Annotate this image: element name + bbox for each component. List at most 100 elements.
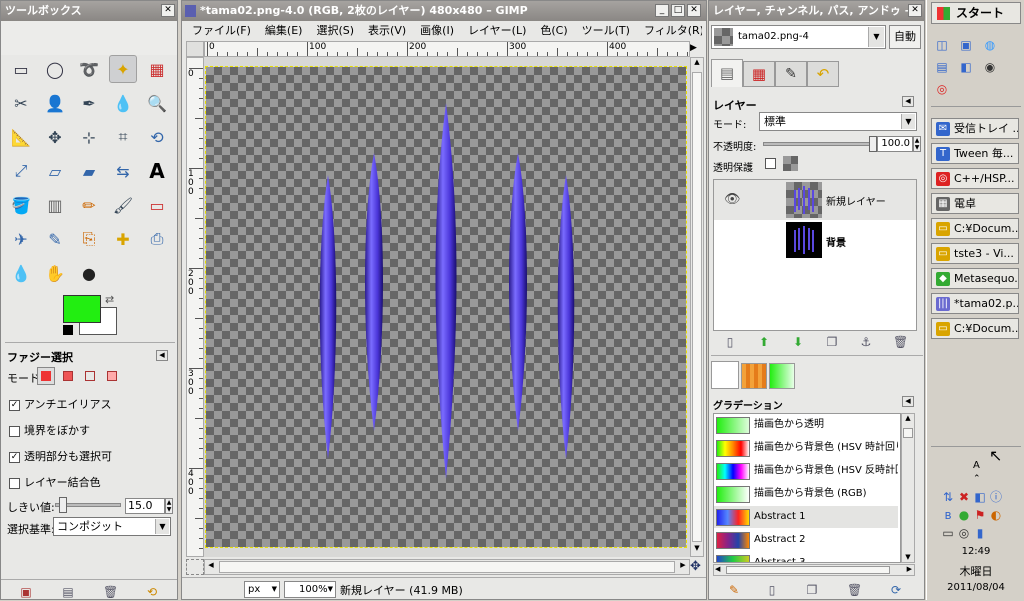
- move-tool-icon[interactable]: ✥: [41, 123, 69, 151]
- ie-icon[interactable]: ◍: [983, 38, 997, 52]
- bucket-fill-tool-icon[interactable]: 🪣: [7, 191, 35, 219]
- scroll-up-icon[interactable]: ▲: [691, 58, 703, 70]
- taskbar-window-button[interactable]: ◎ C++/HSP...: [931, 168, 1019, 189]
- feather-checkbox[interactable]: 境界をぼかす: [9, 422, 90, 438]
- raise-layer-icon[interactable]: ⬆: [757, 335, 771, 349]
- taskbar-window-button[interactable]: ▭ C:¥Docum...: [931, 218, 1019, 239]
- delete-options-icon[interactable]: 🗑: [103, 585, 118, 599]
- flip-tool-icon[interactable]: ⇆: [109, 157, 137, 185]
- taskbar-window-button[interactable]: T Tween 毎...: [931, 143, 1019, 164]
- tab-layers[interactable]: ▤: [711, 59, 743, 87]
- gradient-item[interactable]: 描画色から背景色 (HSV 反時計回り): [714, 460, 898, 482]
- rotate-tool-icon[interactable]: ⟲: [143, 123, 171, 151]
- canvas-area[interactable]: [204, 57, 690, 557]
- airbrush-tool-icon[interactable]: ✈: [7, 225, 35, 253]
- mode-add-button[interactable]: [59, 367, 77, 385]
- gradient-hscroll-thumb[interactable]: [726, 566, 890, 574]
- minimize-icon[interactable]: _: [655, 4, 669, 17]
- menu-item[interactable]: ファイル(F): [192, 24, 251, 37]
- gradient-item[interactable]: 描画色から背景色 (RGB): [714, 483, 898, 505]
- start-button[interactable]: スタート: [931, 2, 1021, 24]
- gradient-item[interactable]: 描画色から透明: [714, 414, 898, 436]
- text-tool-icon[interactable]: A: [143, 157, 171, 185]
- battery-tray-icon[interactable]: ▮: [973, 526, 987, 540]
- paintbrush-tool-icon[interactable]: 🖌: [109, 191, 137, 219]
- perspective-tool-icon[interactable]: ▰: [75, 157, 103, 185]
- scroll-down-icon[interactable]: ▼: [902, 553, 914, 561]
- mode-replace-button[interactable]: [37, 367, 55, 385]
- scroll-right-icon[interactable]: ▶: [907, 565, 912, 573]
- monitor-tray-icon[interactable]: ▭: [941, 526, 955, 540]
- transparent-checkbox[interactable]: ✓ 透明部分も選択可: [9, 448, 112, 464]
- notepad-icon[interactable]: ▤: [935, 60, 949, 74]
- taskbar-window-button[interactable]: ||| *tama02.p...: [931, 293, 1019, 314]
- info-tray-icon[interactable]: ⓘ: [989, 490, 1003, 504]
- foreground-color-swatch[interactable]: [63, 295, 101, 323]
- explorer-icon[interactable]: ◫: [935, 38, 949, 52]
- chrome-icon[interactable]: ◎: [935, 82, 949, 96]
- measure-tool-icon[interactable]: 📐: [7, 123, 35, 151]
- close-icon[interactable]: ✕: [687, 4, 701, 17]
- free-select-tool-icon[interactable]: ➰: [75, 55, 103, 83]
- taskbar-window-button[interactable]: ▦ 電卓: [931, 193, 1019, 214]
- shear-tool-icon[interactable]: ▱: [41, 157, 69, 185]
- mode-subtract-button[interactable]: [81, 367, 99, 385]
- taskbar-window-button[interactable]: ◆ Metasequo...: [931, 268, 1019, 289]
- scroll-right-icon[interactable]: ▶: [677, 561, 689, 569]
- maximize-icon[interactable]: □: [671, 4, 685, 17]
- panel-menu-icon[interactable]: ◀: [902, 396, 914, 407]
- threshold-input[interactable]: 15.0: [125, 498, 165, 514]
- panel-menu-icon[interactable]: ◀: [902, 96, 914, 107]
- criterion-select[interactable]: コンポジット ▼: [53, 517, 171, 536]
- edit-gradient-icon[interactable]: ✎: [727, 583, 741, 597]
- tab-gradients[interactable]: [769, 363, 795, 389]
- color-picker-tool-icon[interactable]: 💧: [109, 89, 137, 117]
- tab-undo[interactable]: ↶: [807, 61, 839, 87]
- navigate-arrow-icon[interactable]: ▶: [690, 43, 697, 53]
- anchor-layer-icon[interactable]: ⚓: [859, 335, 873, 349]
- color-select-tool-icon[interactable]: ▦: [143, 55, 171, 83]
- gradient-vertical-scrollbar[interactable]: ▲ ▼: [901, 413, 915, 563]
- menu-item[interactable]: フィルタ(R): [644, 24, 702, 37]
- scissors-select-tool-icon[interactable]: ✂: [7, 89, 35, 117]
- gradient-item[interactable]: Abstract 3: [714, 552, 898, 562]
- opacity-slider[interactable]: [763, 142, 875, 146]
- close-icon[interactable]: ✕: [908, 4, 922, 17]
- horizontal-scroll-thumb[interactable]: [219, 561, 675, 573]
- menu-item[interactable]: ツール(T): [582, 24, 630, 37]
- perspective-clone-tool-icon[interactable]: ⎙: [143, 225, 171, 253]
- swap-colors-icon[interactable]: ⇄: [105, 293, 114, 306]
- new-layer-icon[interactable]: ▯: [723, 335, 737, 349]
- heal-tool-icon[interactable]: ✚: [109, 225, 137, 253]
- app-icon[interactable]: ◧: [959, 60, 973, 74]
- blur-tool-icon[interactable]: 💧: [7, 259, 35, 287]
- mode-intersect-button[interactable]: [103, 367, 121, 385]
- update-tray-icon[interactable]: ◎: [957, 526, 971, 540]
- delete-layer-icon[interactable]: 🗑: [893, 335, 908, 349]
- gradient-scroll-thumb[interactable]: [903, 428, 913, 438]
- tab-paths[interactable]: ✎: [775, 61, 807, 87]
- zoom-tool-icon[interactable]: 🔍: [143, 89, 171, 117]
- chat-tray-icon[interactable]: ●: [957, 508, 971, 522]
- gradient-item[interactable]: 描画色から背景色 (HSV 時計回り): [714, 437, 898, 459]
- taskbar-window-button[interactable]: ▭ tste3 - Vi...: [931, 243, 1019, 264]
- menu-item[interactable]: 編集(E): [265, 24, 303, 37]
- network-icon[interactable]: ⇅: [941, 490, 955, 504]
- align-tool-icon[interactable]: ⊹: [75, 123, 103, 151]
- delete-gradient-icon[interactable]: 🗑: [847, 583, 862, 597]
- clock-time[interactable]: 12:49: [927, 546, 1024, 557]
- vertical-scroll-thumb[interactable]: [692, 72, 702, 542]
- scroll-up-icon[interactable]: ▲: [902, 414, 914, 422]
- restore-options-icon[interactable]: ▤: [61, 585, 75, 599]
- lower-layer-icon[interactable]: ⬇: [791, 335, 805, 349]
- layer-row[interactable]: 👁 新規レイヤー: [714, 180, 916, 220]
- refresh-gradient-icon[interactable]: ⟳: [889, 583, 903, 597]
- menu-item[interactable]: 色(C): [540, 24, 567, 37]
- navigate-icon[interactable]: ✥: [690, 559, 701, 574]
- ime-icon[interactable]: A: [973, 460, 980, 471]
- quickmask-icon[interactable]: [186, 559, 204, 575]
- unit-select[interactable]: px ▼: [244, 581, 280, 598]
- dodge-burn-tool-icon[interactable]: ●: [75, 259, 103, 287]
- rect-select-tool-icon[interactable]: ▭: [7, 55, 35, 83]
- tab-brushes[interactable]: [711, 361, 739, 389]
